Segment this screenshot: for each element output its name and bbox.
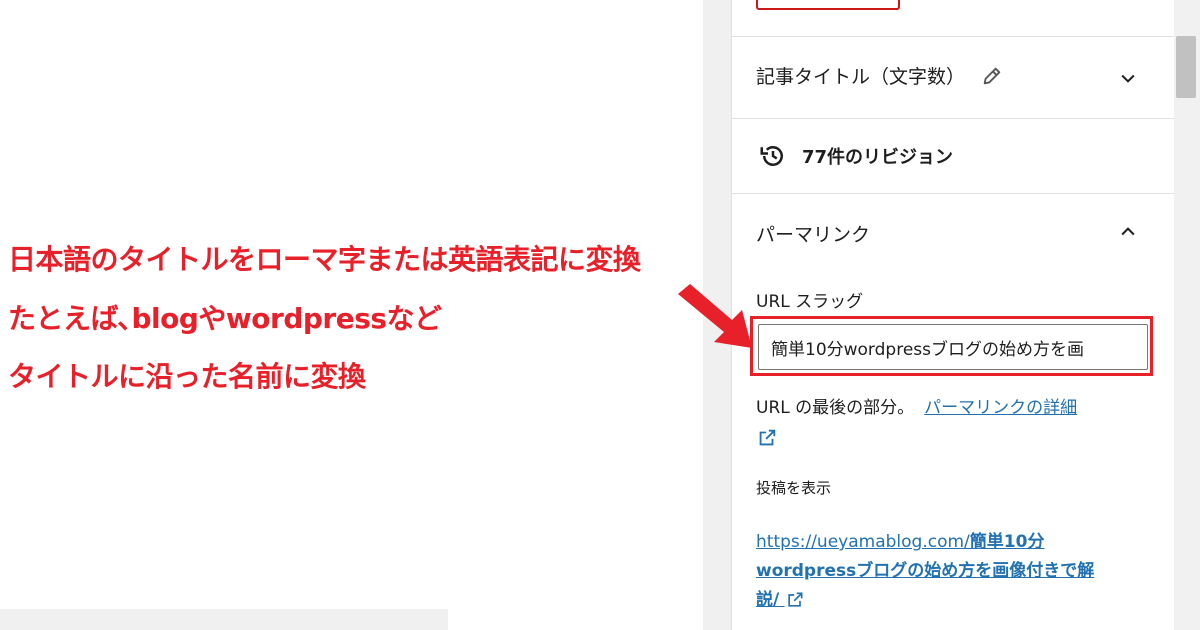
permalink-help-link[interactable]: パーマリンクの詳細 [924, 398, 1077, 418]
annotation-line-1: 日本語のタイトルをローマ字または英語表記に変換 [8, 243, 641, 276]
annotation-line-3: タイトルに沿った名前に変換 [8, 360, 366, 393]
divider [731, 193, 1174, 194]
post-url-slug-3: 説/ [756, 590, 780, 610]
url-slug-input[interactable] [758, 324, 1148, 370]
title-panel-header[interactable]: 記事タイトル（文字数） [756, 62, 1003, 89]
history-icon [760, 146, 783, 166]
divider [731, 36, 1174, 37]
chevron-up-icon[interactable] [1118, 222, 1138, 242]
url-slug-label: URL スラッグ [756, 292, 864, 312]
view-post-label: 投稿を表示 [756, 479, 832, 497]
post-url-link[interactable]: https://ueyamablog.com/簡単10分 wordpressブロ… [756, 528, 1151, 615]
divider [731, 118, 1174, 119]
post-url-base: https://ueyamablog.com/ [756, 532, 970, 552]
post-url-slug-2: wordpressブログの始め方を画像付きで解 [756, 561, 1095, 581]
pencil-icon [981, 65, 1003, 87]
top-action-button[interactable] [756, 0, 900, 10]
arrow-icon [678, 284, 752, 348]
permalink-panel-header[interactable]: パーマリンク [756, 220, 870, 247]
external-link-icon[interactable] [785, 590, 805, 610]
revisions-button[interactable]: 77件のリビジョン [758, 141, 953, 171]
permalink-help: URL の最後の部分。 パーマリンクの詳細 [756, 393, 1146, 453]
title-panel-label: 記事タイトル（文字数） [756, 66, 966, 88]
scrollbar-thumb[interactable] [1176, 36, 1196, 98]
help-prefix: URL の最後の部分。 [756, 398, 915, 418]
editor-canvas-bottom [0, 609, 448, 630]
external-link-icon[interactable] [756, 427, 778, 449]
post-url-slug-1: 簡単10分 [969, 532, 1045, 552]
chevron-down-icon[interactable] [1118, 68, 1138, 88]
permalink-panel-label: パーマリンク [756, 224, 871, 246]
revisions-label: 77件のリビジョン [802, 147, 954, 168]
annotation-line-2: たとえば､blogやwordpressなど [8, 302, 442, 335]
